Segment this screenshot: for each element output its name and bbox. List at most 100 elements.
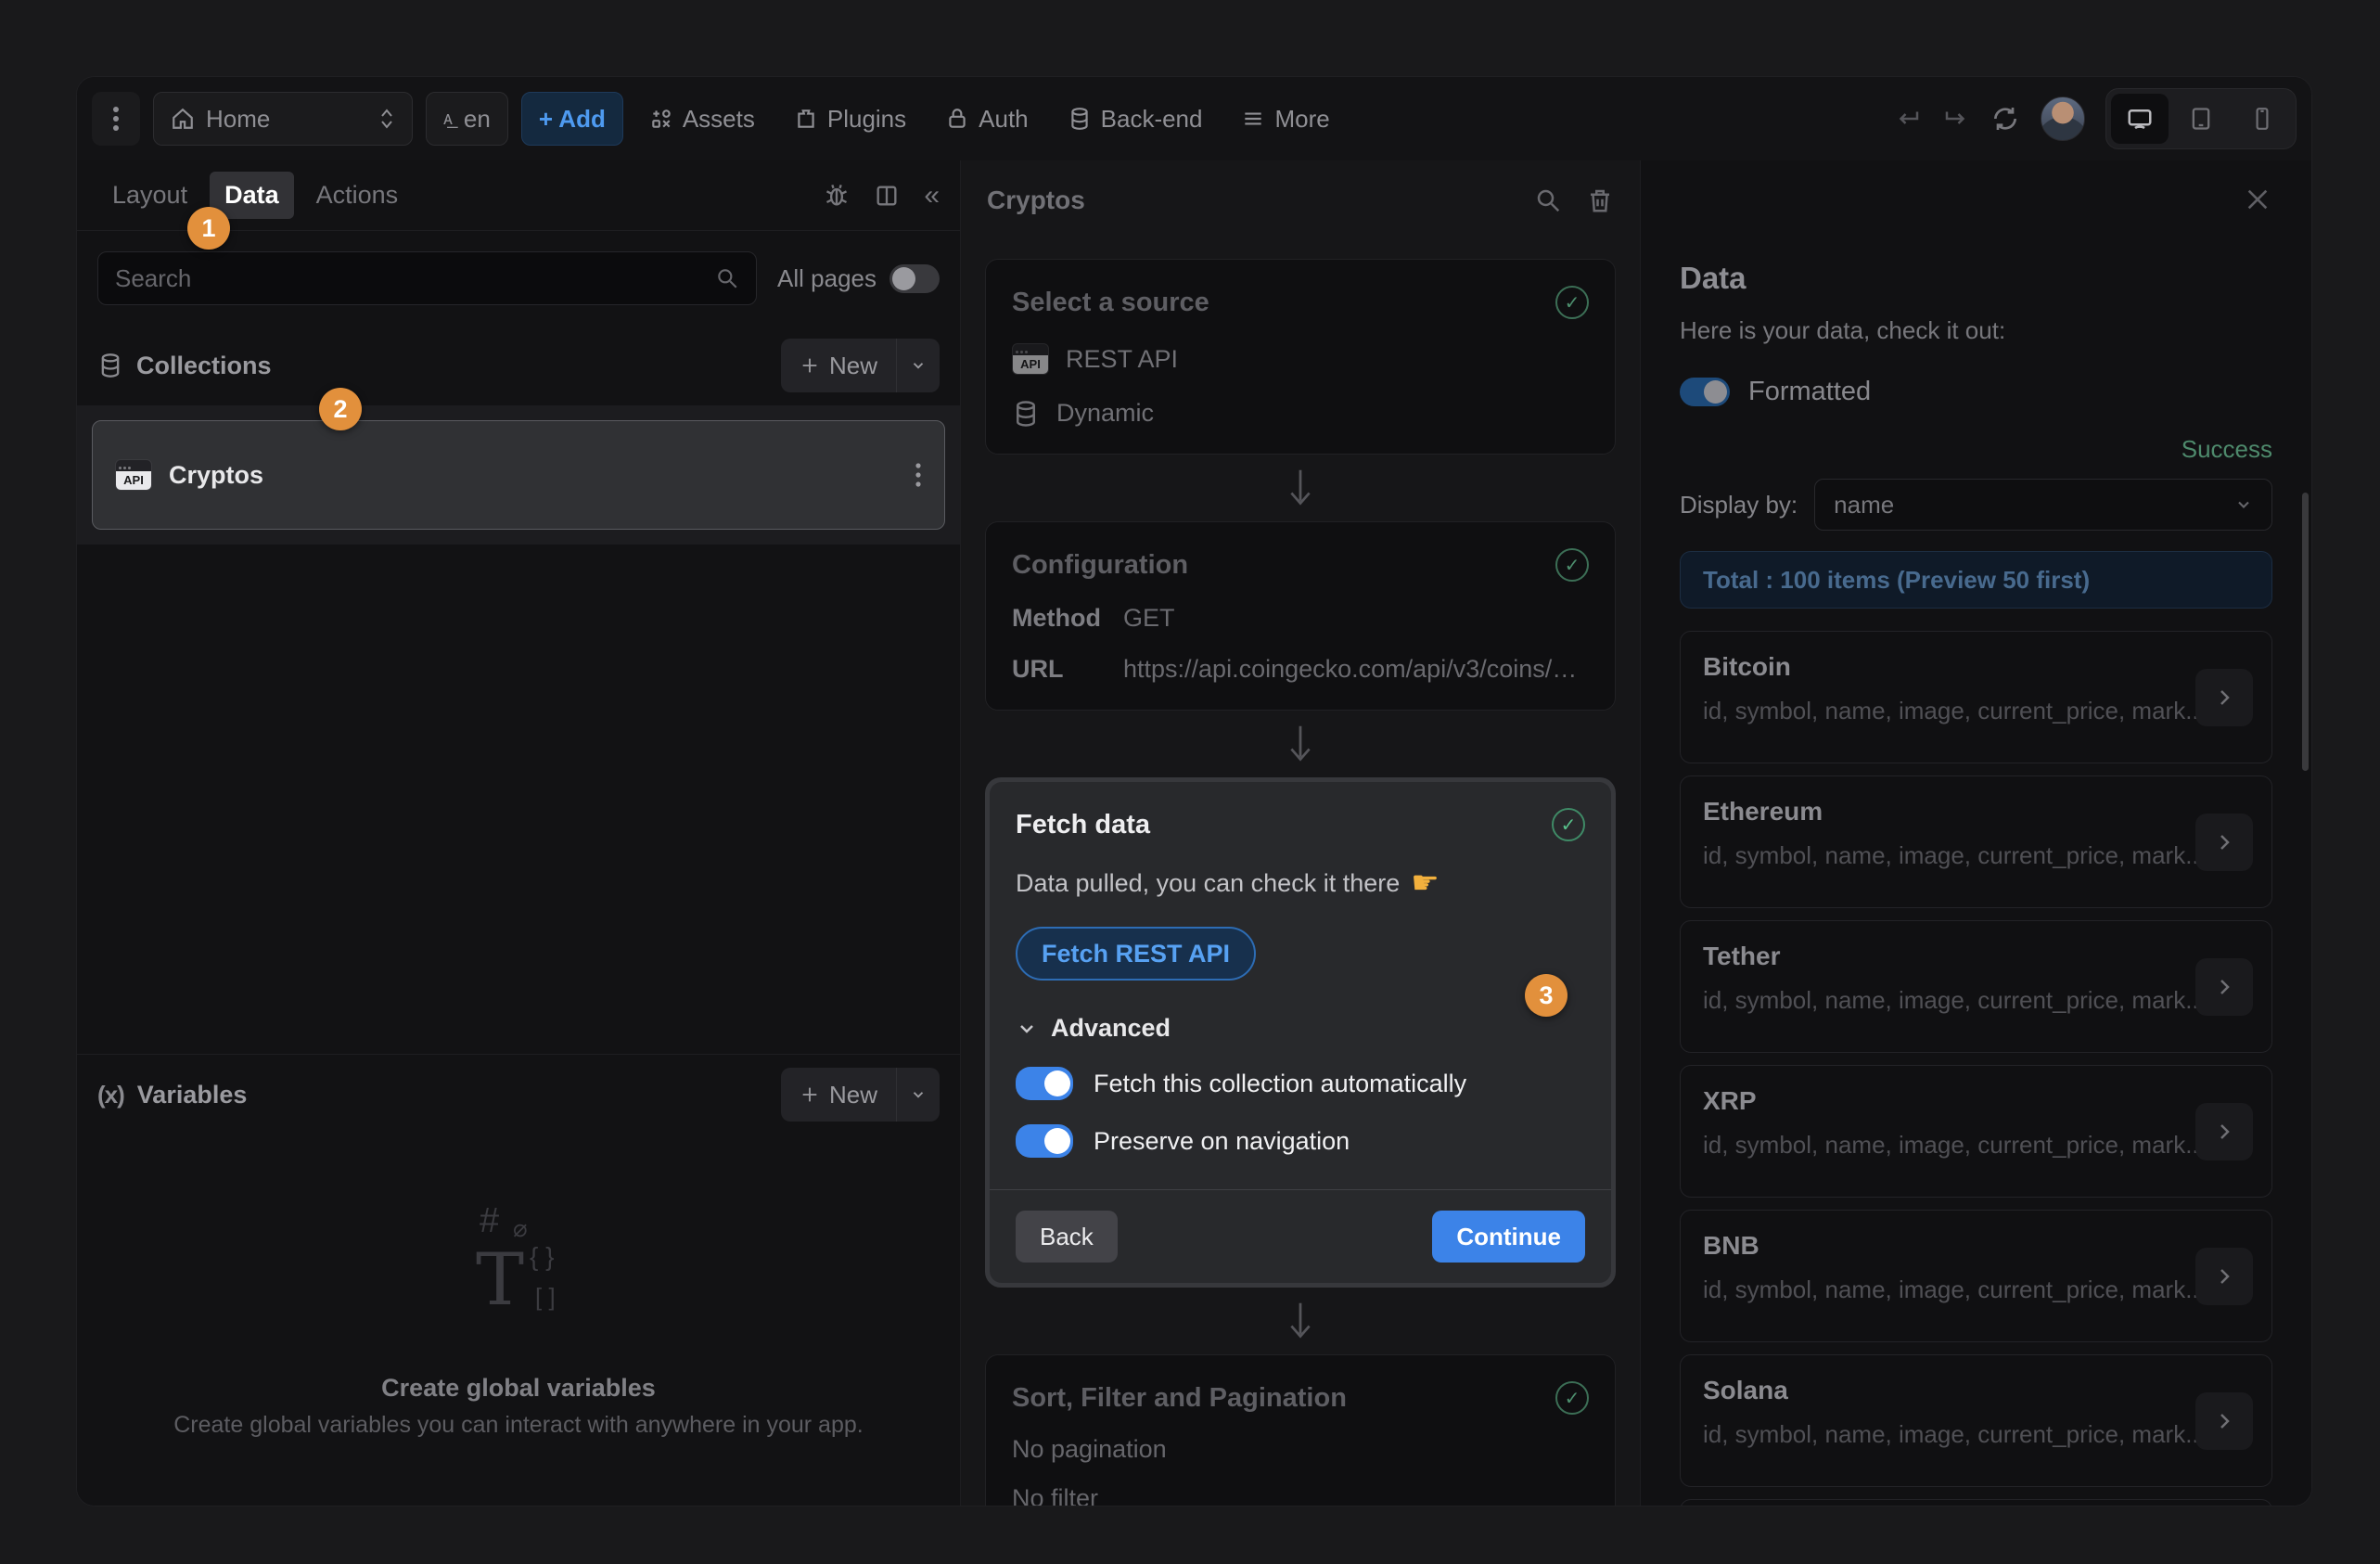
language-button[interactable]: ᴀ̲ en: [426, 92, 508, 146]
split-view-icon[interactable]: [874, 183, 900, 209]
page-selector[interactable]: Home: [153, 92, 413, 146]
auto-fetch-toggle[interactable]: [1016, 1067, 1073, 1100]
collection-editor-steps: Select a source ✓ API REST API: [961, 240, 1640, 1506]
preserve-navigation-toggle[interactable]: [1016, 1124, 1073, 1158]
new-collection-button[interactable]: New: [781, 339, 940, 392]
preserve-navigation-row: Preserve on navigation: [1016, 1124, 1585, 1158]
formatted-toggle[interactable]: [1680, 378, 1730, 406]
expand-item-button[interactable]: [2195, 1103, 2253, 1160]
undo-icon[interactable]: [1894, 105, 1922, 133]
nav-plugins[interactable]: Plugins: [781, 92, 919, 146]
tab-layout[interactable]: Layout: [97, 172, 202, 219]
data-item-card[interactable]: Bitcoin id, symbol, name, image, current…: [1680, 631, 2272, 763]
source-type-label: REST API: [1066, 345, 1178, 374]
expand-item-button[interactable]: [2195, 669, 2253, 726]
collection-editor-panel: Cryptos Select a source ✓: [961, 160, 1641, 1506]
search-input[interactable]: [115, 264, 715, 293]
device-phone-button[interactable]: [2233, 94, 2291, 144]
auto-fetch-row: Fetch this collection automatically: [1016, 1067, 1585, 1100]
data-preview-panel: Data Here is your data, check it out: Fo…: [1641, 160, 2311, 1506]
trash-icon[interactable]: [1586, 186, 1614, 214]
rest-api-icon: API: [1012, 343, 1049, 375]
nav-auth-label: Auth: [979, 105, 1029, 134]
lock-icon: [945, 107, 969, 131]
variables-empty-desc: Create global variables you can interact…: [173, 1412, 863, 1439]
translate-icon: ᴀ̲: [443, 109, 453, 130]
pagination-status: No pagination: [1012, 1435, 1589, 1464]
variables-label: Variables: [137, 1081, 248, 1109]
new-variable-dropdown[interactable]: [896, 1068, 940, 1122]
fetch-data-title: Fetch data: [1016, 810, 1552, 840]
variables-header: (x) Variables New: [77, 1055, 960, 1135]
fetch-data-card: Fetch data ✓ Data pulled, you can check …: [990, 782, 1611, 1283]
sync-icon[interactable]: [1990, 104, 2020, 134]
data-item-card[interactable]: Tether id, symbol, name, image, current_…: [1680, 920, 2272, 1053]
device-tablet-button[interactable]: [2172, 94, 2230, 144]
nav-auth[interactable]: Auth: [932, 92, 1042, 146]
new-collection-dropdown[interactable]: [896, 339, 940, 392]
main-menu-button[interactable]: [92, 92, 140, 146]
nav-backend-label: Back-end: [1101, 105, 1203, 134]
data-item-name: Ethereum: [1703, 797, 2249, 827]
variables-icon: (x): [97, 1081, 124, 1109]
configuration-card[interactable]: Configuration ✓ Method GET URL https://a…: [985, 521, 1616, 711]
data-item-fields: id, symbol, name, image, current_price, …: [1703, 1276, 2204, 1304]
new-variable-button[interactable]: New: [781, 1068, 940, 1122]
close-icon[interactable]: [2243, 185, 2272, 214]
fetch-rest-api-button[interactable]: Fetch REST API: [1016, 927, 1256, 981]
left-panel-tab-actions: «: [824, 180, 940, 212]
expand-item-button[interactable]: [2195, 958, 2253, 1016]
nav-more-label: More: [1274, 105, 1329, 134]
data-item-fields: id, symbol, name, image, current_price, …: [1703, 986, 2204, 1015]
hamburger-icon: [1241, 107, 1265, 131]
nav-more[interactable]: More: [1228, 92, 1342, 146]
nav-backend[interactable]: Back-end: [1055, 92, 1216, 146]
data-item-fields: id, symbol, name, image, current_price, …: [1703, 1131, 2204, 1160]
expand-item-button[interactable]: [2195, 1248, 2253, 1305]
display-by-select[interactable]: name: [1814, 479, 2272, 531]
nav-assets[interactable]: Assets: [636, 92, 768, 146]
redo-icon[interactable]: [1942, 105, 1970, 133]
url-row: URL https://api.coingecko.com/api/v3/coi…: [1012, 655, 1589, 684]
data-item-card[interactable]: USDC id, symbol, name, image, current_pr…: [1680, 1499, 2272, 1506]
data-item-card[interactable]: Ethereum id, symbol, name, image, curren…: [1680, 776, 2272, 908]
collapse-panel-icon[interactable]: «: [924, 180, 940, 212]
data-item-card[interactable]: XRP id, symbol, name, image, current_pri…: [1680, 1065, 2272, 1198]
data-item-card[interactable]: Solana id, symbol, name, image, current_…: [1680, 1354, 2272, 1487]
plus-icon: [800, 1084, 820, 1105]
advanced-label: Advanced: [1051, 1014, 1171, 1043]
expand-item-button[interactable]: [2195, 814, 2253, 871]
add-button[interactable]: + Add: [521, 92, 623, 146]
top-toolbar: Home ᴀ̲ en + Add Assets: [77, 77, 2311, 160]
total-items-banner: Total : 100 items (Preview 50 first): [1680, 551, 2272, 609]
tab-actions[interactable]: Actions: [301, 172, 414, 219]
source-mode-row: Dynamic: [1012, 399, 1589, 428]
device-preview-switcher: [2105, 88, 2297, 149]
collection-item-menu-icon[interactable]: [915, 461, 922, 489]
variables-empty-illustration: #⌀T{ }[ ]: [454, 1201, 583, 1340]
language-label: en: [464, 105, 491, 134]
collection-item-cryptos[interactable]: API Cryptos: [92, 420, 945, 530]
sort-filter-pagination-card[interactable]: Sort, Filter and Pagination ✓ No paginat…: [985, 1354, 1616, 1506]
toggle-knob: [1044, 1128, 1070, 1154]
fetch-data-card-highlight: Fetch data ✓ Data pulled, you can check …: [985, 777, 1616, 1288]
rest-api-icon: API: [115, 459, 152, 491]
debug-bug-icon[interactable]: [824, 183, 850, 209]
device-desktop-button[interactable]: [2111, 94, 2169, 144]
data-item-card[interactable]: BNB id, symbol, name, image, current_pri…: [1680, 1210, 2272, 1342]
scrollbar-thumb[interactable]: [2302, 493, 2309, 771]
advanced-toggle-row[interactable]: Advanced: [1016, 1014, 1585, 1043]
display-by-label: Display by:: [1680, 491, 1798, 519]
back-button[interactable]: Back: [1016, 1211, 1118, 1263]
user-avatar[interactable]: [2041, 96, 2085, 141]
continue-button[interactable]: Continue: [1432, 1211, 1585, 1263]
new-collection-label: New: [829, 352, 877, 380]
select-source-title: Select a source: [1012, 288, 1555, 318]
step-complete-icon: ✓: [1555, 548, 1589, 582]
expand-item-button[interactable]: [2195, 1392, 2253, 1450]
search-icon[interactable]: [1534, 186, 1562, 214]
data-item-name: Tether: [1703, 942, 2249, 971]
select-source-card[interactable]: Select a source ✓ API REST API: [985, 259, 1616, 455]
collection-item-name: Cryptos: [169, 461, 263, 490]
all-pages-toggle[interactable]: [889, 264, 940, 293]
